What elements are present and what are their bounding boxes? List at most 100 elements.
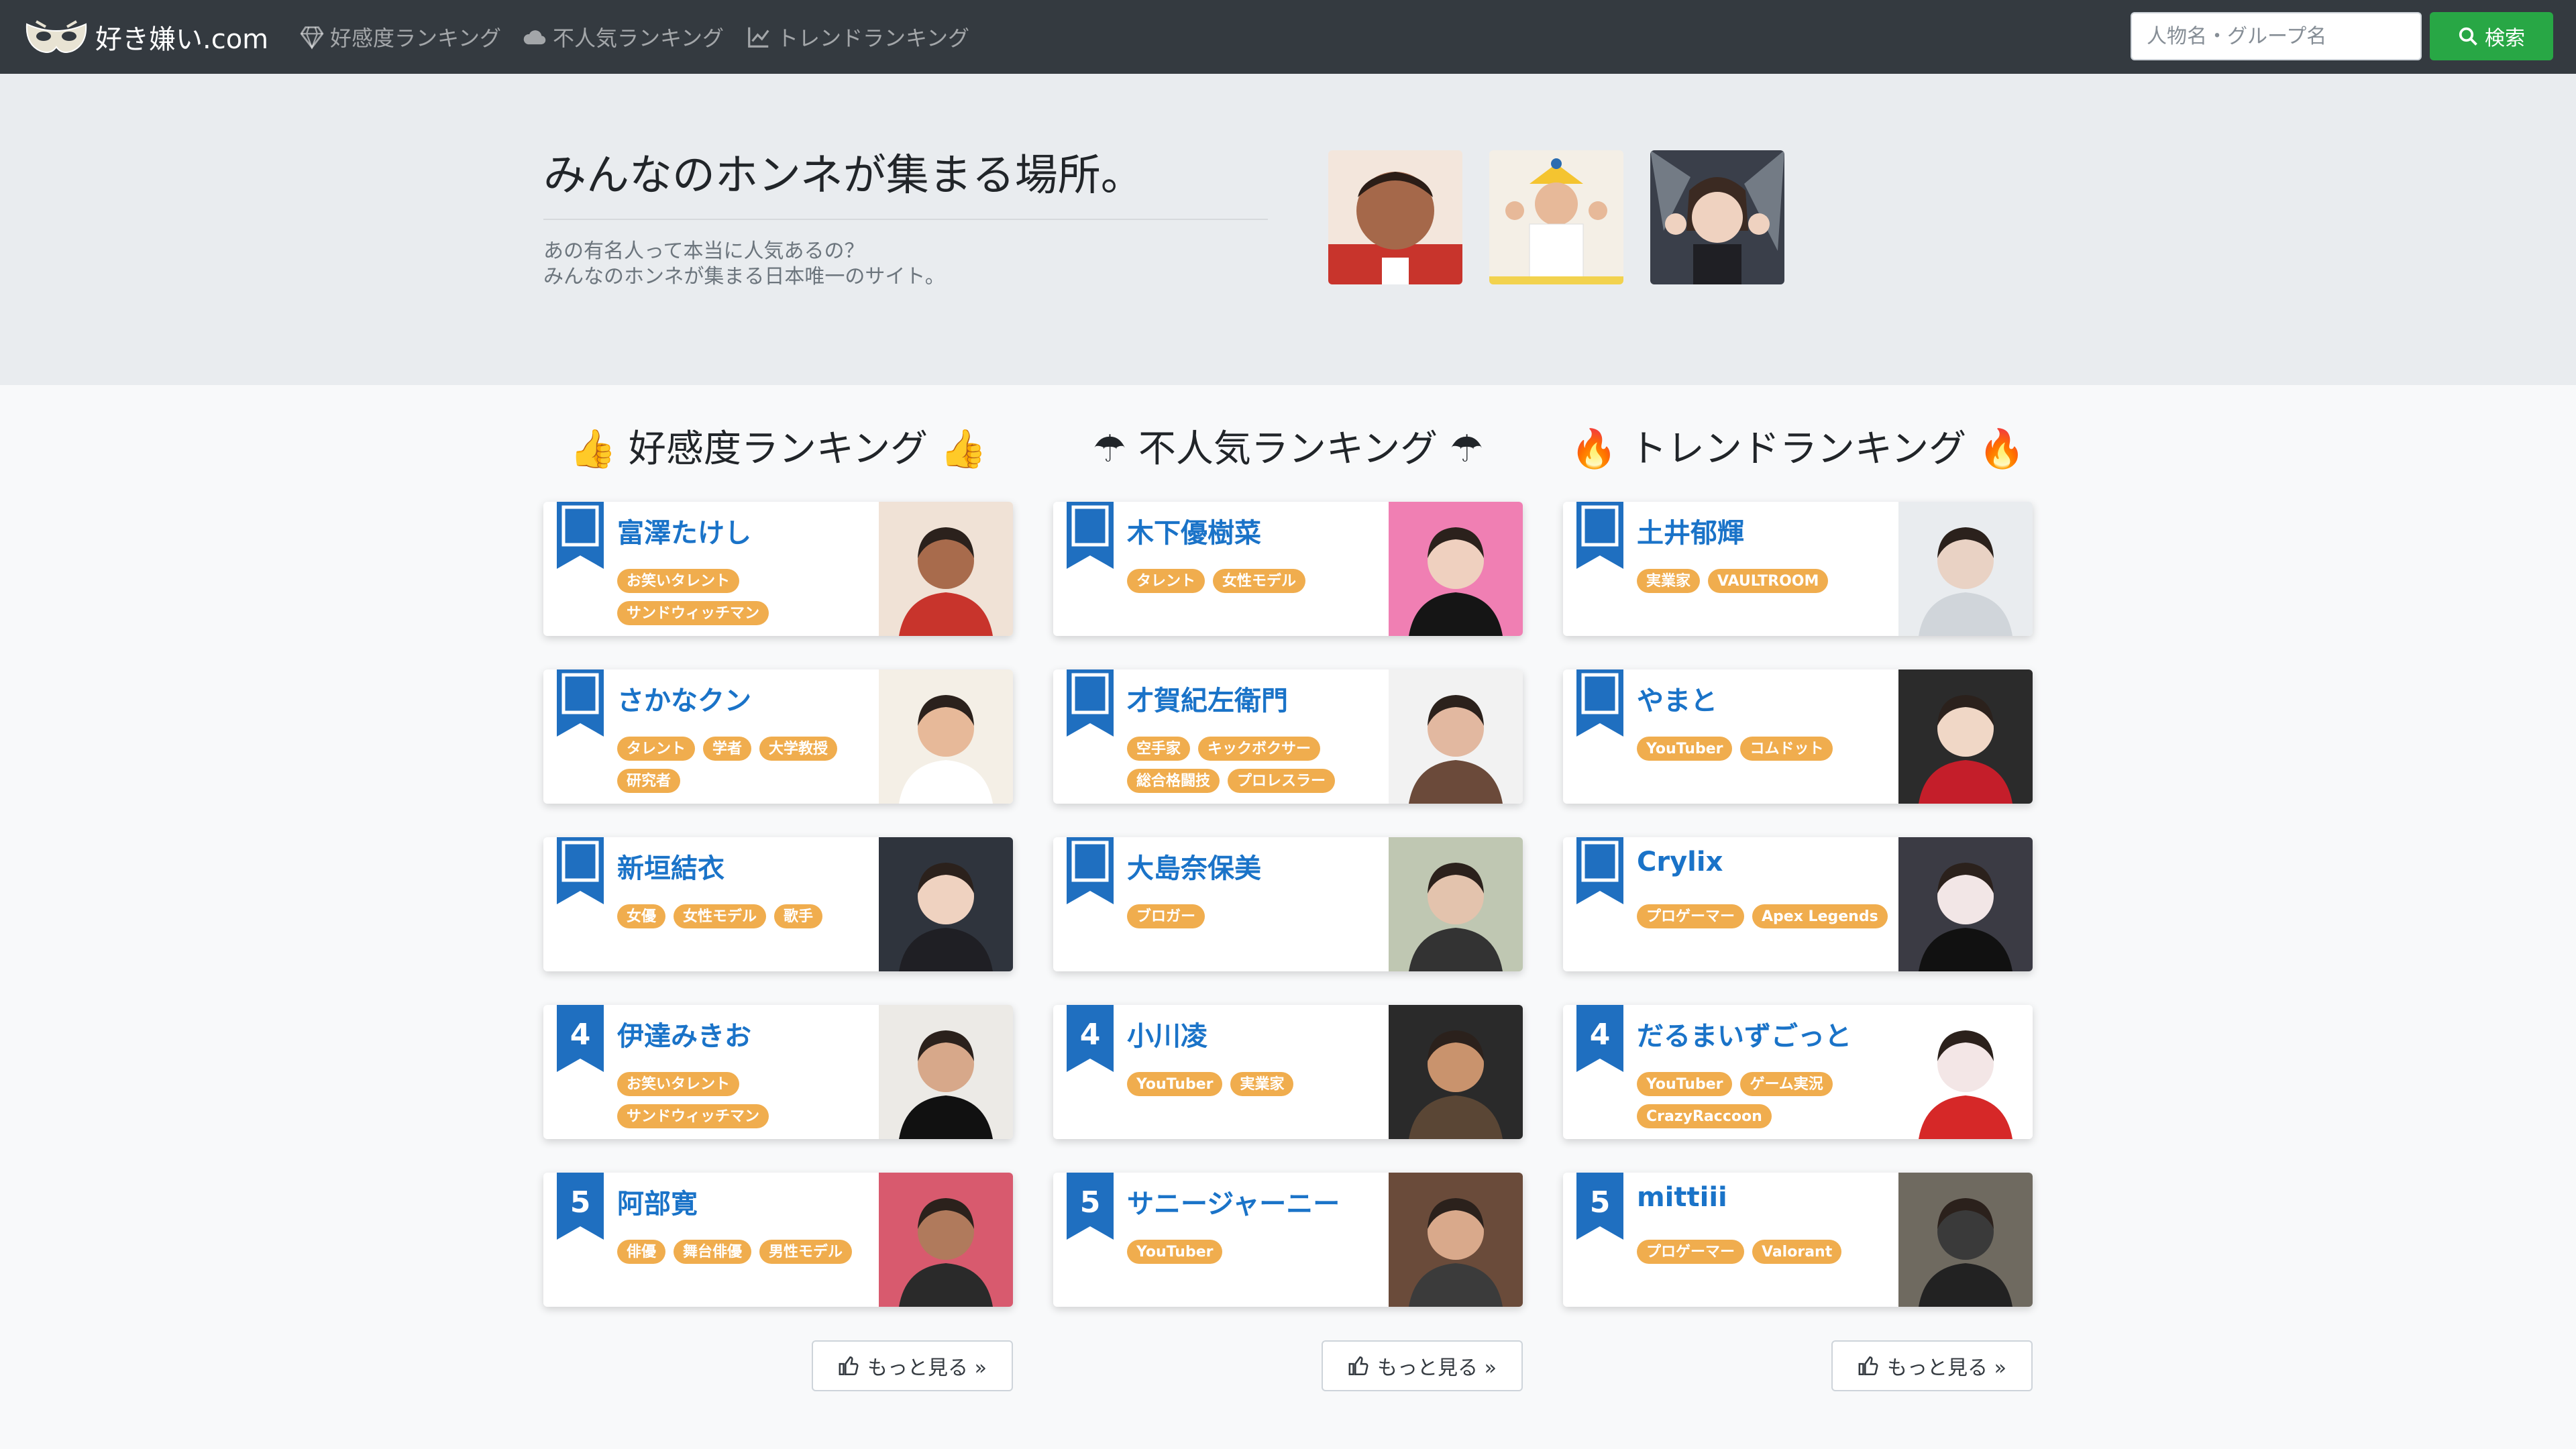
category-tag[interactable]: サンドウィッチマン (617, 1104, 769, 1128)
person-name-link[interactable]: 富澤たけし (617, 511, 751, 550)
person-photo[interactable] (1389, 502, 1523, 636)
unpopular-ranking-card[interactable]: 才賀紀左衛門空手家 キックボクサー総合格闘技 プロレスラー (1053, 669, 1523, 804)
person-name-link[interactable]: だるまいずごっと (1637, 1014, 1851, 1053)
person-photo[interactable] (1898, 669, 2033, 804)
person-name-link[interactable]: 木下優樹菜 (1127, 511, 1261, 550)
rank-number: 5 (1079, 1185, 1101, 1220)
person-name-link[interactable]: さかなクン (617, 679, 751, 718)
person-name-link[interactable]: 新垣結衣 (617, 847, 724, 885)
hero-lead-line-1: あの有名人って本当に人気あるの？ (543, 239, 865, 263)
like-ranking-card[interactable]: 新垣結衣女優 女性モデル 歌手 (543, 837, 1013, 971)
trend-ranking-card[interactable]: 4 だるまいずごっと YouTuber ゲーム実況 CrazyRaccoon (1563, 1005, 2033, 1139)
trend-ranking-card[interactable]: 5 mittiii プロゲーマー Valorant (1563, 1173, 2033, 1307)
person-photo[interactable] (879, 502, 1013, 636)
category-tag[interactable]: お笑いタレント (617, 1072, 740, 1096)
unpopular-ranking-title: ☂ 不人気ランキング ☂ (1092, 427, 1484, 471)
category-tag[interactable]: 実業家 (1230, 1072, 1294, 1096)
search-input[interactable] (2131, 12, 2422, 60)
person-name-link[interactable]: 小川凌 (1127, 1014, 1208, 1053)
category-tag[interactable]: Valorant (1752, 1240, 1842, 1264)
unpopular-ranking-card[interactable]: 大島奈保美 ブロガー (1053, 837, 1523, 971)
person-name-link[interactable]: mittiii (1637, 1182, 1727, 1213)
person-photo[interactable] (879, 669, 1013, 804)
person-photo[interactable] (1898, 1173, 2033, 1307)
unpopular-ranking-card[interactable]: 4 小川凌 YouTuber 実業家 (1053, 1005, 1523, 1139)
person-name-link[interactable]: 土井郁輝 (1637, 511, 1744, 550)
search-button[interactable]: 検索 (2430, 12, 2553, 60)
nav-unpopular-ranking[interactable]: 不人気ランキング (522, 0, 724, 74)
hero-photo-2[interactable] (1489, 150, 1623, 284)
category-tag[interactable]: 実業家 (1637, 569, 1701, 593)
category-tag[interactable]: 舞台俳優 (674, 1240, 752, 1264)
person-photo[interactable] (1898, 1005, 2033, 1139)
person-photo[interactable] (1389, 1005, 1523, 1139)
person-photo[interactable] (1389, 669, 1523, 804)
unpopular-ranking-card[interactable]: 木下優樹菜タレント 女性モデル (1053, 502, 1523, 636)
brand-logo[interactable]: 好き嫌い.com (23, 15, 268, 59)
category-tag[interactable]: 研究者 (617, 769, 681, 793)
person-name-link[interactable]: サニージャーニー (1127, 1182, 1340, 1221)
category-tag[interactable]: Apex Legends (1752, 904, 1888, 928)
nav-unpopular-ranking-label: 不人気ランキング (553, 25, 724, 51)
person-photo[interactable] (879, 837, 1013, 971)
category-tag[interactable]: CrazyRaccoon (1637, 1104, 1772, 1128)
thumbs-up-icon (1858, 1356, 1878, 1376)
unpopular-ranking-more-button[interactable]: もっと見る » (1322, 1340, 1523, 1391)
category-tag[interactable]: タレント (1127, 569, 1205, 593)
category-tag[interactable]: 総合格闘技 (1127, 769, 1220, 793)
like-ranking-card[interactable]: 富澤たけしお笑いタレントサンドウィッチマン (543, 502, 1013, 636)
trend-ranking-card[interactable]: やまと YouTuber コムドット (1563, 669, 2033, 804)
category-tag[interactable]: 空手家 (1127, 737, 1191, 761)
trend-ranking-more-label: もっと見る » (1887, 1356, 2006, 1380)
like-ranking-card[interactable]: さかなクンタレント 学者 大学教授研究者 (543, 669, 1013, 804)
like-ranking-card[interactable]: 5 阿部寛俳優 舞台俳優 男性モデル (543, 1173, 1013, 1307)
category-tag[interactable]: ブロガー (1127, 904, 1205, 928)
category-tag[interactable]: キックボクサー (1198, 737, 1321, 761)
category-tag[interactable]: YouTuber (1637, 737, 1733, 761)
category-tag[interactable]: プロレスラー (1228, 769, 1336, 793)
person-name-link[interactable]: 阿部寛 (617, 1182, 698, 1221)
category-tag[interactable]: 俳優 (617, 1240, 666, 1264)
category-tag[interactable]: コムドット (1740, 737, 1833, 761)
person-photo[interactable] (1389, 1173, 1523, 1307)
category-tag[interactable]: お笑いタレント (617, 569, 740, 593)
category-tag[interactable]: ゲーム実況 (1740, 1072, 1833, 1096)
category-tag[interactable]: 女性モデル (674, 904, 767, 928)
nav-like-ranking[interactable]: 好感度ランキング (299, 0, 501, 74)
person-photo[interactable] (879, 1005, 1013, 1139)
hero-photo-3[interactable] (1650, 150, 1784, 284)
category-tag[interactable]: 歌手 (774, 904, 823, 928)
person-photo[interactable] (879, 1173, 1013, 1307)
person-photo[interactable] (1898, 837, 2033, 971)
category-tag[interactable]: YouTuber (1127, 1240, 1223, 1264)
category-tag[interactable]: 女優 (617, 904, 666, 928)
trend-ranking-card[interactable]: Crylix プロゲーマー Apex Legends (1563, 837, 2033, 971)
trend-ranking-more-button[interactable]: もっと見る » (1831, 1340, 2033, 1391)
category-tag[interactable]: 女性モデル (1213, 569, 1306, 593)
person-name-link[interactable]: やまと (1637, 679, 1717, 718)
person-name-link[interactable]: 大島奈保美 (1127, 847, 1261, 885)
rank-number: 5 (570, 1185, 591, 1220)
hero-photo-1[interactable] (1328, 150, 1462, 284)
tag-list: YouTuber (1127, 1240, 1389, 1264)
category-tag[interactable]: プロゲーマー (1637, 904, 1745, 928)
category-tag[interactable]: 男性モデル (759, 1240, 853, 1264)
category-tag[interactable]: 大学教授 (759, 737, 838, 761)
like-ranking-card[interactable]: 4 伊達みきお お笑いタレント サンドウィッチマン (543, 1005, 1013, 1139)
category-tag[interactable]: サンドウィッチマン (617, 601, 769, 625)
person-photo[interactable] (1389, 837, 1523, 971)
person-name-link[interactable]: Crylix (1637, 847, 1723, 877)
nav-trend-ranking[interactable]: トレンドランキング (746, 0, 969, 74)
person-name-link[interactable]: 才賀紀左衛門 (1127, 679, 1288, 718)
category-tag[interactable]: プロゲーマー (1637, 1240, 1745, 1264)
category-tag[interactable]: タレント (617, 737, 696, 761)
category-tag[interactable]: YouTuber (1637, 1072, 1733, 1096)
person-name-link[interactable]: 伊達みきお (617, 1014, 751, 1053)
unpopular-ranking-card[interactable]: 5 サニージャーニー YouTuber (1053, 1173, 1523, 1307)
category-tag[interactable]: YouTuber (1127, 1072, 1223, 1096)
category-tag[interactable]: VAULTROOM (1708, 569, 1829, 593)
trend-ranking-card[interactable]: 土井郁輝実業家 VAULTROOM (1563, 502, 2033, 636)
person-photo[interactable] (1898, 502, 2033, 636)
like-ranking-more-button[interactable]: もっと見る » (812, 1340, 1013, 1391)
category-tag[interactable]: 学者 (703, 737, 752, 761)
